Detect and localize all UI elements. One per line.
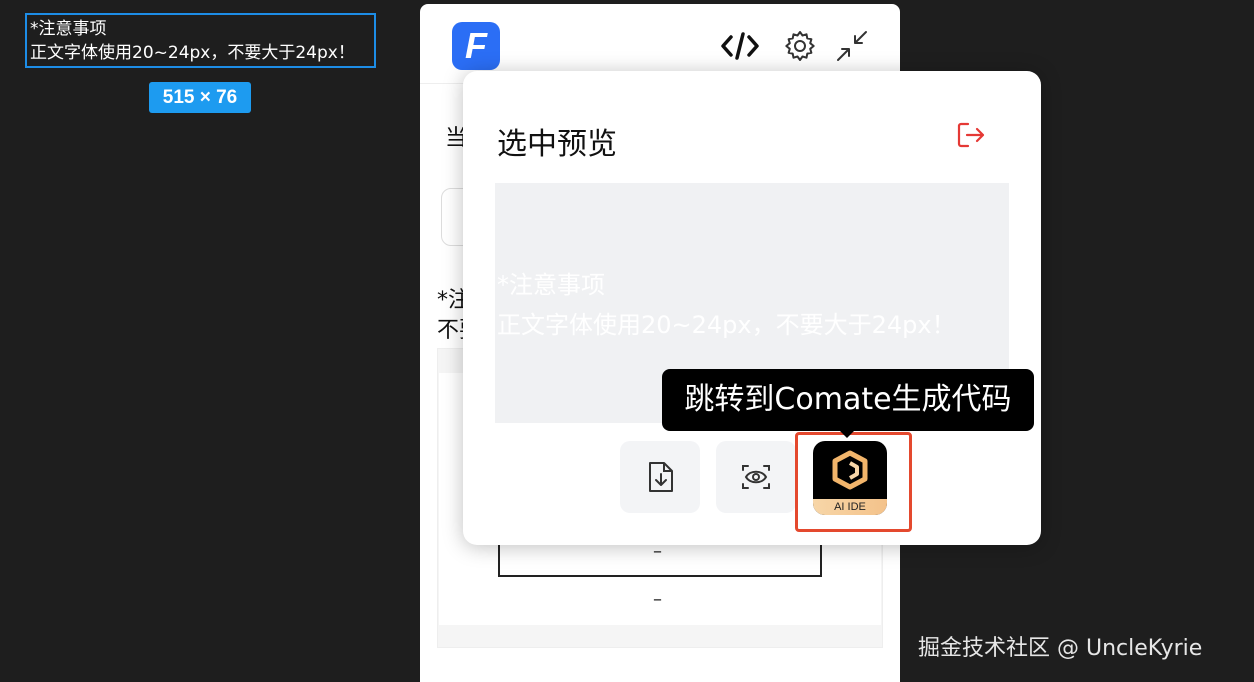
download-icon [649, 462, 673, 492]
gear-icon[interactable] [780, 26, 820, 66]
comate-tooltip: 跳转到Comate生成代码 [662, 369, 1034, 431]
bg-dash-2: – [653, 589, 662, 610]
comate-button[interactable]: AI IDE [795, 432, 912, 532]
modal-title: 选中预览 [497, 127, 617, 162]
preview-line2: 正文字体使用20~24px，不要大于24px！ [497, 311, 956, 339]
size-badge: 515 × 76 [149, 82, 251, 113]
tooltip-arrow [839, 430, 855, 438]
comate-logo-icon: AI IDE [813, 441, 887, 515]
watermark: 掘金技术社区 @ UncleKyrie [918, 636, 1203, 661]
canvas-selection[interactable]: *注意事项 正文字体使用20~24px，不要大于24px！ [25, 13, 376, 68]
exit-button[interactable] [953, 117, 989, 153]
app-logo: F [452, 22, 500, 70]
download-button[interactable] [620, 441, 700, 513]
collapse-icon[interactable] [832, 26, 872, 66]
preview-eye-icon [742, 465, 770, 489]
code-icon[interactable] [720, 26, 760, 66]
logout-icon [957, 122, 985, 148]
selection-text-line2: 正文字体使用20~24px，不要大于24px！ [30, 43, 355, 63]
selection-text-line1: *注意事项 [30, 19, 107, 39]
selection-preview-modal: 选中预览 *注意事项 正文字体使用20~24px，不要大于24px！ AI ID… [463, 71, 1041, 545]
preview-line1: *注意事项 [497, 271, 605, 299]
preview-text: *注意事项 正文字体使用20~24px，不要大于24px！ [497, 265, 956, 345]
comate-label: AI IDE [813, 499, 887, 515]
preview-button[interactable] [716, 441, 796, 513]
